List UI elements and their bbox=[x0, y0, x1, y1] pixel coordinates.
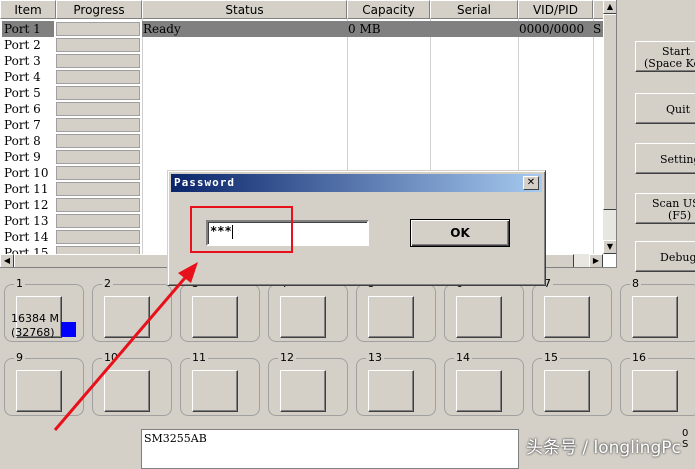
arrow-head bbox=[178, 262, 198, 283]
arrow-line bbox=[53, 271, 192, 431]
annotation-arrow bbox=[53, 262, 198, 431]
